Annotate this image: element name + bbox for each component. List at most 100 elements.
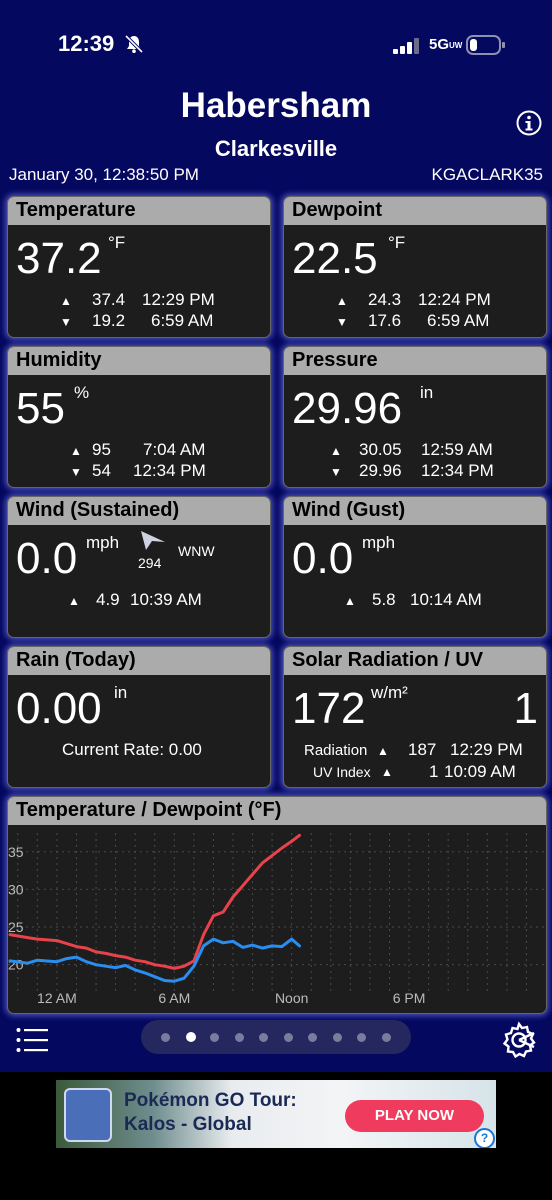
page-dot[interactable] [210,1033,219,1042]
list-menu-icon[interactable] [16,1027,48,1053]
ad-headline: Pokémon GO Tour: [124,1090,297,1111]
uv-value: 1 [513,684,538,733]
dewpoint-value: 22.5 [292,234,378,283]
low-time: 6:59 AM [151,311,214,330]
status-time: 12:39 [58,31,115,56]
humidity-value: 55 [16,384,65,433]
page-dot[interactable] [185,1032,196,1042]
low-time: 12:34 PM [421,461,494,480]
weather-app: 12:39 5GUW Habersham Clarkesville Januar… [0,0,552,1072]
x-tick-label: 6 AM [158,990,190,1006]
dewpoint-card[interactable]: Dewpoint 22.5 °F ▲ 24.3 12:24 PM ▼ 17.6 … [283,196,547,338]
low-arrow-icon: ▼ [60,315,72,329]
card-header: Dewpoint [284,197,546,225]
page-dot[interactable] [161,1033,170,1042]
low-arrow-icon: ▼ [330,465,342,479]
page-dot[interactable] [381,1033,391,1042]
wind-gust-card[interactable]: Wind (Gust) 0.0 mph ▲ 5.8 10:14 AM [283,496,547,638]
station-id: KGACLARK35 [431,165,544,184]
page-indicator[interactable] [141,1020,411,1054]
card-title: Humidity [16,349,102,371]
card-title: Rain (Today) [16,649,136,671]
temperature-value: 37.2 [16,234,102,283]
high-value: 30.05 [359,440,402,459]
radiation-label: Radiation [304,742,368,759]
low-time: 6:59 AM [427,311,490,330]
station-location: Clarkesville [214,136,338,161]
play-now-button[interactable]: PLAY NOW [345,1100,484,1132]
card-header: Solar Radiation / UV [284,647,546,675]
x-tick-label: 6 PM [393,990,426,1006]
page-dot[interactable] [234,1033,244,1042]
radiation-high-time: 12:29 PM [450,740,523,759]
temperature-unit: °F [108,233,126,252]
x-tick-label: 12 AM [37,990,77,1006]
high-value: 37.4 [92,290,126,309]
high-value: 24.3 [368,290,402,309]
high-time: 10:14 AM [410,590,482,609]
temperature-dewpoint-chart: 35 30 25 20 12 AM 6 AM Noon 6 PM [8,833,546,1006]
low-arrow-icon: ▼ [70,465,82,479]
card-header: Rain (Today) [8,647,270,675]
y-tick-label: 30 [8,881,24,897]
page-dot[interactable] [332,1033,342,1042]
wind-direction-degrees: 294 [138,555,162,571]
card-title: Solar Radiation / UV [292,649,484,671]
card-header: Wind (Gust) [284,497,546,525]
card-header: Temperature [8,197,270,225]
gust-unit: mph [362,533,396,552]
signal-strength-icon [393,38,419,54]
rain-card[interactable]: Rain (Today) 0.00 in Current Rate: 0.00 [7,646,271,788]
silent-bell-icon [124,34,144,54]
high-value: 4.9 [96,590,120,609]
page-dot[interactable] [259,1033,268,1042]
y-tick-label: 20 [8,957,24,973]
info-icon[interactable] [516,110,542,136]
rain-rate: Current Rate: 0.00 [62,740,202,759]
high-arrow-icon: ▲ [336,294,348,308]
pressure-value: 29.96 [292,384,403,433]
card-title: Dewpoint [292,199,382,221]
page-dot[interactable] [308,1033,317,1042]
battery-icon [466,35,505,55]
ad-help-icon[interactable]: ? [474,1128,495,1148]
gust-value: 0.0 [292,534,354,583]
pressure-unit: in [420,383,434,402]
low-value: 17.6 [368,311,402,330]
settings-gear-icon[interactable] [500,1021,538,1059]
solar-uv-card[interactable]: Solar Radiation / UV 172 w/m² 1 Radiatio… [283,646,547,788]
station-name: Habersham [180,86,372,125]
card-title: Temperature [16,199,136,221]
wind-value: 0.0 [16,534,78,583]
low-value: 19.2 [92,311,126,330]
wind-sustained-card[interactable]: Wind (Sustained) 0.0 mph 294 WNW ▲ 4.9 1… [7,496,271,638]
ad-banner[interactable]: Pokémon GO Tour: Kalos - Global PLAY NOW… [56,1080,496,1148]
radiation-high: 187 [408,740,437,759]
low-time: 12:34 PM [133,461,206,480]
card-title: Pressure [292,349,378,371]
card-header: Humidity [8,347,270,375]
network-type: 5GUW [429,36,463,53]
card-header: Wind (Sustained) [8,497,270,525]
pressure-card[interactable]: Pressure 29.96 in ▲ 30.05 12:59 AM ▼ 29.… [283,346,547,488]
rain-value: 0.00 [16,684,102,733]
page-dot[interactable] [283,1033,293,1042]
x-tick-label: Noon [275,990,308,1006]
uv-high: 1 [429,762,439,781]
y-tick-label: 25 [8,919,24,935]
page-dot[interactable] [357,1033,366,1042]
humidity-card[interactable]: Humidity 55 % ▲ 95 7:04 AM ▼ 54 12:34 PM [7,346,271,488]
high-arrow-icon: ▲ [60,294,72,308]
humidity-unit: % [74,383,90,402]
temperature-card[interactable]: Temperature 37.2 °F ▲ 37.4 12:29 PM ▼ 19… [7,196,271,338]
solar-value: 172 [292,684,366,733]
card-title: Wind (Gust) [292,499,406,521]
high-time: 12:59 AM [421,440,493,459]
y-tick-label: 35 [8,844,24,860]
rain-unit: in [114,683,128,702]
dewpoint-unit: °F [388,233,406,252]
observation-time: January 30, 12:38:50 PM [9,165,199,184]
high-arrow-icon: ▲ [381,765,393,779]
temperature-dewpoint-chart-card[interactable]: Temperature / Dewpoint (°F) 35 30 25 20 12 A… [7,796,547,1014]
high-value: 5.8 [372,590,396,609]
